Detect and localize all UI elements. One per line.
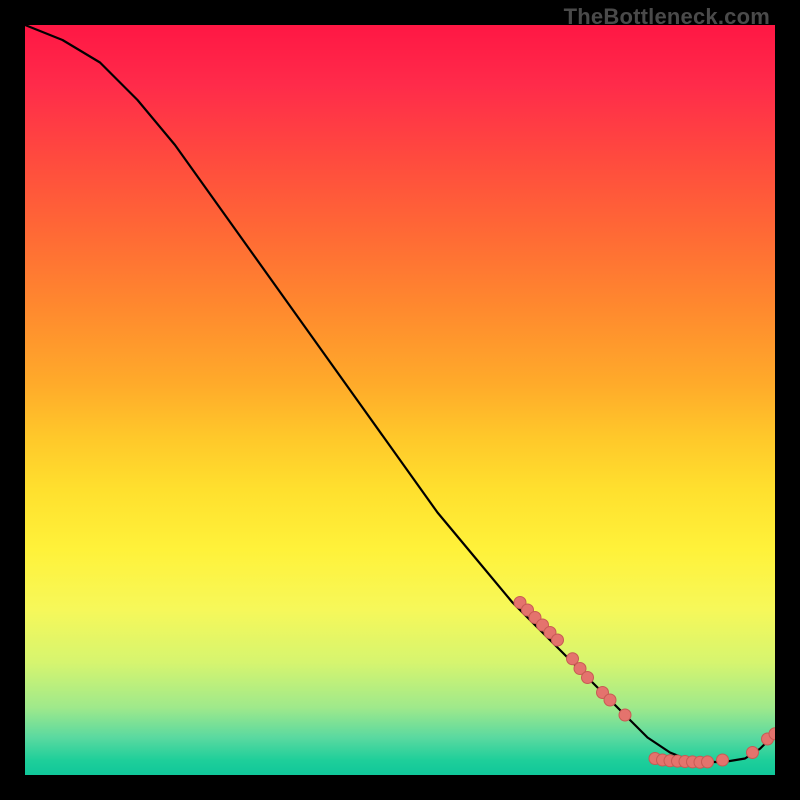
chart-plot-area [25, 25, 775, 775]
data-marker [604, 694, 616, 706]
bottleneck-curve [25, 25, 775, 762]
data-marker [582, 672, 594, 684]
data-marker [747, 747, 759, 759]
data-marker [717, 754, 729, 766]
data-marker [552, 634, 564, 646]
chart-frame: TheBottleneck.com [0, 0, 800, 800]
data-markers [514, 597, 775, 769]
data-marker [702, 756, 714, 768]
data-marker [619, 709, 631, 721]
chart-svg [25, 25, 775, 775]
